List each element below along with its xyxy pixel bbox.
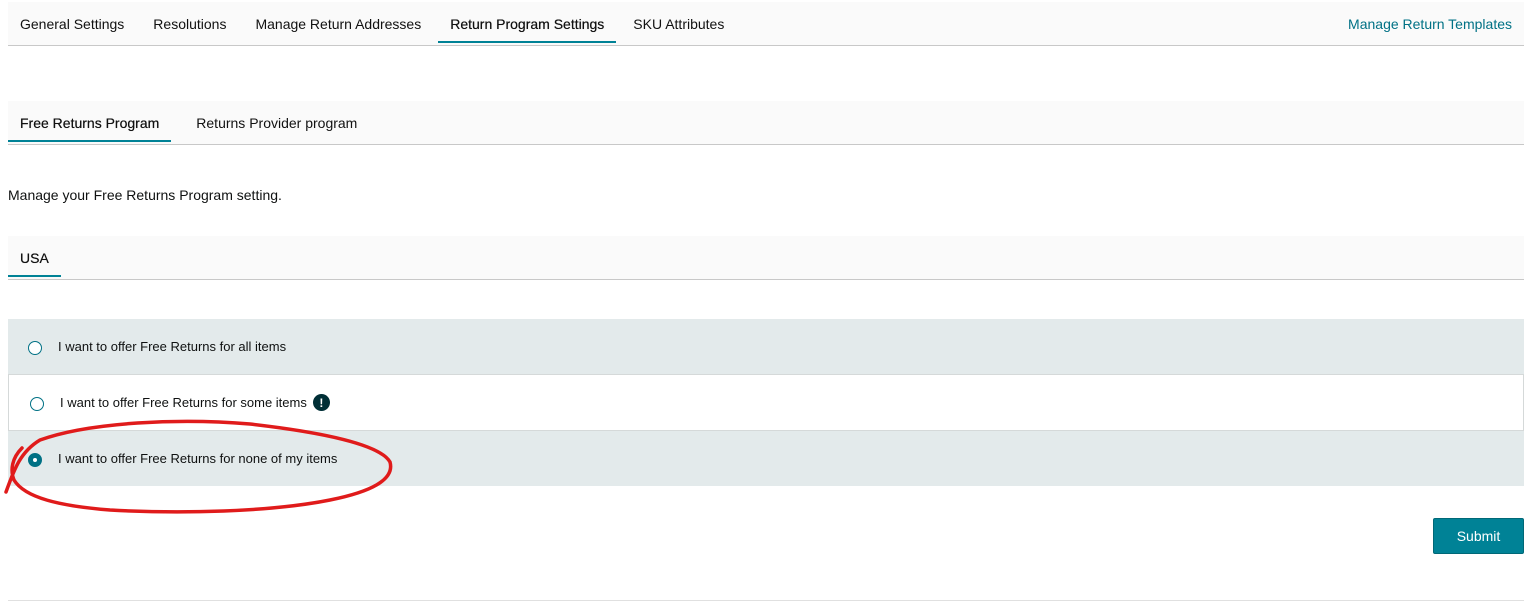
- tab-usa[interactable]: USA: [8, 236, 61, 279]
- submit-button[interactable]: Submit: [1433, 518, 1524, 554]
- tab-resolutions[interactable]: Resolutions: [141, 2, 238, 45]
- option-some-items[interactable]: I want to offer Free Returns for some it…: [8, 375, 1524, 431]
- top-nav-tabs: General Settings Resolutions Manage Retu…: [8, 2, 1524, 46]
- tab-general-settings[interactable]: General Settings: [8, 2, 136, 45]
- radio-none-items[interactable]: [28, 453, 42, 467]
- exclamation-icon[interactable]: !: [312, 394, 330, 411]
- radio-some-items[interactable]: [30, 397, 44, 411]
- tab-return-program-settings[interactable]: Return Program Settings: [438, 2, 617, 45]
- tab-free-returns-program[interactable]: Free Returns Program: [8, 101, 172, 144]
- country-tabs: USA: [8, 236, 1524, 280]
- option-label: I want to offer Free Returns for none of…: [58, 451, 338, 466]
- option-none-items[interactable]: I want to offer Free Returns for none of…: [8, 431, 1524, 486]
- tab-manage-return-addresses[interactable]: Manage Return Addresses: [243, 2, 433, 45]
- page-description: Manage your Free Returns Program setting…: [8, 187, 282, 203]
- manage-return-templates-link[interactable]: Manage Return Templates: [1348, 2, 1512, 45]
- annotation-circle-icon: [4, 419, 393, 514]
- bottom-divider: [8, 600, 1524, 601]
- tab-sku-attributes[interactable]: SKU Attributes: [621, 2, 736, 45]
- tab-returns-provider-program[interactable]: Returns Provider program: [184, 101, 369, 144]
- option-all-items[interactable]: I want to offer Free Returns for all ite…: [8, 319, 1524, 375]
- option-label: I want to offer Free Returns for all ite…: [58, 339, 287, 354]
- free-returns-options: I want to offer Free Returns for all ite…: [8, 319, 1524, 486]
- option-label: I want to offer Free Returns for some it…: [60, 395, 307, 410]
- radio-all-items[interactable]: [28, 341, 42, 355]
- program-tabs: Free Returns Program Returns Provider pr…: [8, 101, 1524, 145]
